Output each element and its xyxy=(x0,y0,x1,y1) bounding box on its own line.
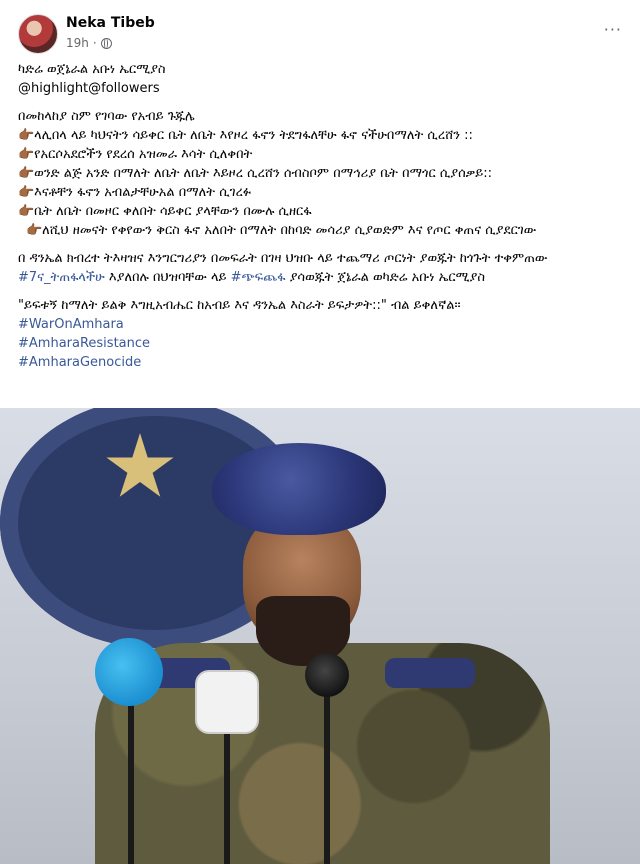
bullet-item: 👉🏾ለሺህ ዘመናት የቀየውን ቅርስ ፋኖ አለበት በማለት በከባድ መ… xyxy=(26,223,537,238)
post-meta: 19h · xyxy=(66,36,112,50)
post-header: Neka Tibeb 19h · ··· xyxy=(18,14,622,54)
right-epaulet xyxy=(385,658,475,688)
para-text: ያሳወጁት ጀኔራል ወካድሬ አቡነ ኤርሚያስ xyxy=(285,270,485,285)
main-paragraph: በ ዳንኤል ክብረተ ትእዛዝና እንግርግሪያን በመፍራት በገዛ ህዝቡ… xyxy=(18,249,622,287)
mic-stand xyxy=(324,693,330,864)
mic-stand xyxy=(128,703,134,864)
hashtag-link[interactable]: #AmharaResistance xyxy=(18,334,622,353)
microphone-icon xyxy=(305,653,349,697)
post-title: ካድሬ ወጀኔራል አቡነ ኤርሚያስ xyxy=(18,62,166,77)
bullet-item: 👉🏾ወንድ ልጅ አንድ በማለት ለቤት ለቤት እይዞረ ሲረሸን ሰብስቦ… xyxy=(18,166,493,181)
mentions[interactable]: @highlight@followers xyxy=(18,79,622,98)
bullet-item: 👉🏾እናቶቸን ፋኖን አብልታቸሁአል በማለት ሲገረፉ xyxy=(18,185,252,200)
hashtag-link[interactable]: #WarOnAmhara xyxy=(18,315,622,334)
meta-separator: · xyxy=(92,36,97,50)
microphone-icon xyxy=(95,638,163,706)
globe-icon[interactable] xyxy=(100,37,112,49)
post-body: ካድሬ ወጀኔራል አቡነ ኤርሚያስ @highlight@followers… xyxy=(18,60,622,372)
para-text: በ ዳንኤል ክብረተ ትእዛዝና እንግርግሪያን በመፍራት በገዛ ህዝቡ… xyxy=(18,251,548,266)
bullet-item: 👉🏾ላሊበላ ላይ ካህናትን ሳይቀር ቤት ለቤት እየዞረ ፋኖን ትደግ… xyxy=(18,128,473,143)
blue-beret xyxy=(212,443,386,535)
hashtag-link[interactable]: #AmharaGenocide xyxy=(18,353,622,372)
mic-stand xyxy=(224,728,230,864)
more-options-icon[interactable]: ··· xyxy=(604,20,622,39)
author-avatar[interactable] xyxy=(18,14,58,54)
bullet-item: 👉🏾የአርሶአደሮችን የደረሰ አዝመራ እሳት ሲለቀበት xyxy=(18,147,253,162)
intro-line: በመከላከያ ስም የገባው የአብይ ጉጁሌ xyxy=(18,109,195,124)
para-text: እያለበሉ በህዝባቸው ላይ xyxy=(104,270,231,285)
post-card: Neka Tibeb 19h · ··· ካድሬ ወጀኔራል አቡነ ኤርሚያስ… xyxy=(0,0,640,864)
hashtag-link[interactable]: #7ና_ትጠፋላችሁ xyxy=(18,270,105,285)
hashtag-link[interactable]: #ጭፍጨፋ xyxy=(231,270,286,285)
bullet-item: 👉🏾ቤት ለቤት በመዞር ቀለበት ሳይቀር ያላቸውን በሙሉ ሲዘርፋ xyxy=(18,204,312,219)
quote-line: "ይፍቱኝ ከማለት ይልቅ እግዚአብሔር ከአብይ እና ዳንኤል እስራት… xyxy=(18,298,461,313)
post-photo[interactable] xyxy=(0,408,640,864)
post-time[interactable]: 19h xyxy=(66,36,89,50)
author-name[interactable]: Neka Tibeb xyxy=(66,15,155,31)
microphone-icon xyxy=(195,670,259,734)
